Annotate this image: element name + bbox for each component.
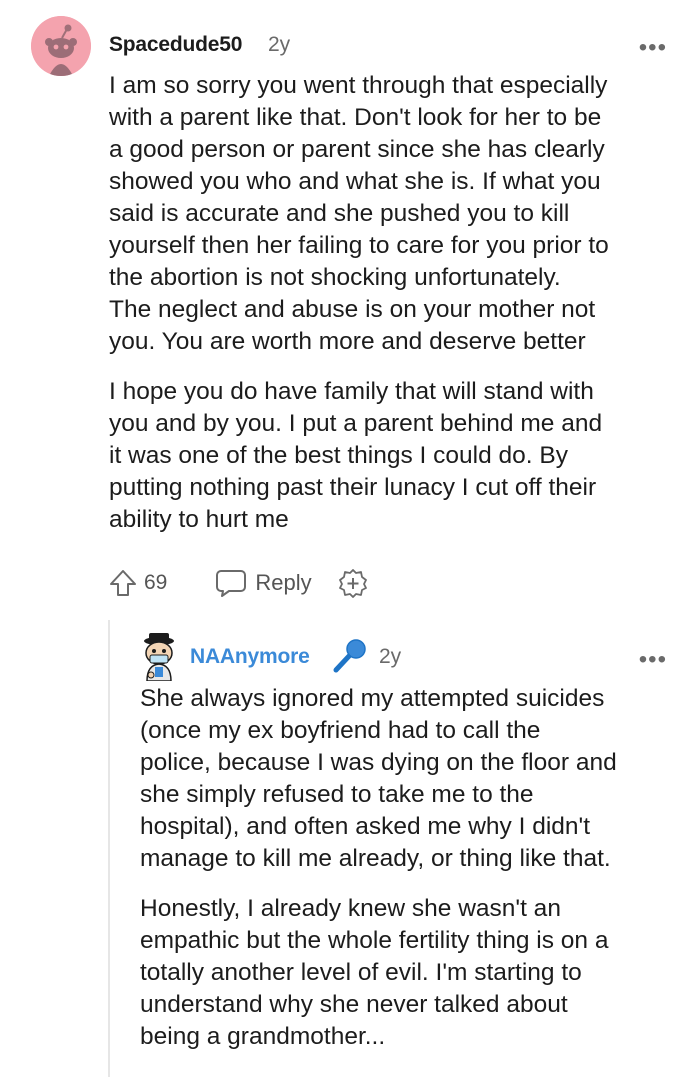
microphone-icon (333, 639, 366, 673)
reply-label: Reply (255, 570, 312, 595)
reply-user-avatar[interactable] (139, 631, 179, 682)
more-options-icon[interactable]: ••• (639, 36, 667, 60)
award-button[interactable] (338, 568, 368, 598)
comment-paragraph-2: I hope you do have family that will stan… (109, 378, 603, 533)
cartoon-avatar-icon (144, 633, 174, 682)
reply-username[interactable]: NAAnymore (190, 645, 310, 669)
comment-body: I am so sorry you went through that espe… (109, 70, 679, 536)
comment-timestamp: 2y (268, 33, 291, 56)
reply-button[interactable]: Reply (215, 568, 312, 598)
user-avatar[interactable] (31, 16, 91, 76)
reply-more-options-icon[interactable]: ••• (639, 648, 667, 672)
reply-timestamp: 2y (379, 645, 402, 668)
thread-line[interactable] (108, 620, 110, 1077)
reply-paragraph-2: Honestly, I already knew she wasn't an e… (140, 895, 609, 1050)
comment-username[interactable]: Spacedude50 (109, 33, 242, 57)
comment-paragraph-1: I am so sorry you went through that espe… (109, 72, 609, 355)
reply-paragraph-1: She always ignored my attempted suicides… (140, 685, 617, 872)
snoo-avatar-icon (31, 16, 91, 76)
flair-badge (330, 637, 368, 675)
speech-bubble-icon (216, 570, 247, 597)
plus-circle-icon (338, 569, 367, 598)
reply-body: She always ignored my attempted suicides… (140, 683, 685, 1053)
vote-control: 69 (108, 568, 167, 598)
vote-count: 69 (144, 571, 168, 594)
comment-action-bar: 69 Reply (108, 565, 368, 601)
upvote-arrow-icon[interactable] (108, 568, 138, 598)
